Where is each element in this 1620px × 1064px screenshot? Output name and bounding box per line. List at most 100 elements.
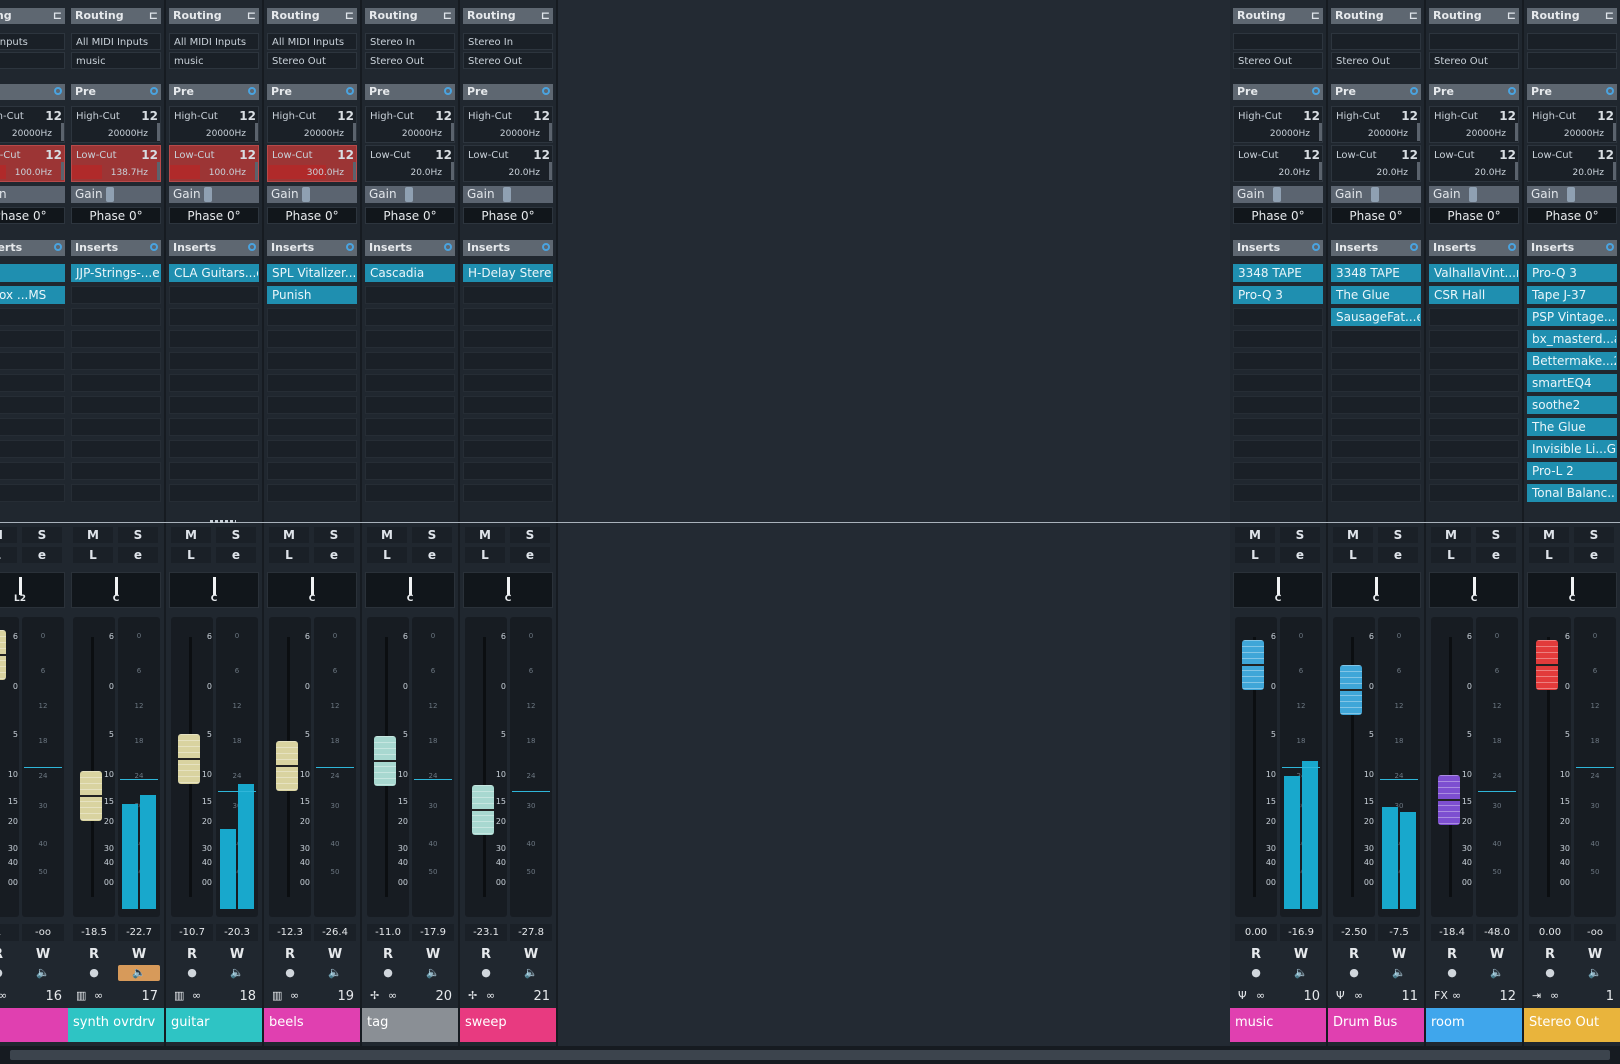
routing-icon[interactable]: ⊏ [443, 8, 452, 24]
insert-slot[interactable] [1331, 396, 1421, 414]
insert-slot[interactable] [169, 286, 259, 304]
insert-slot[interactable] [463, 286, 553, 304]
pan-control[interactable]: C [1429, 572, 1519, 608]
routing-header[interactable]: Routing ⊏ [365, 8, 455, 24]
fader-cap[interactable] [1242, 639, 1264, 690]
insert-slot[interactable] [463, 440, 553, 458]
filter-slope-icon[interactable]: 12 [337, 109, 354, 123]
low-cut-slider[interactable] [1319, 162, 1322, 180]
record-icon[interactable]: ● [1235, 965, 1277, 981]
solo-button[interactable]: S [510, 527, 550, 543]
insert-slot[interactable] [1233, 462, 1323, 480]
insert-slot[interactable]: PSP Vintage...r2 [1527, 308, 1617, 326]
insert-slot[interactable] [1233, 418, 1323, 436]
fader-track[interactable]: 6 0 5 10 15 20 30 40 00 [465, 617, 507, 917]
filter-slope-icon[interactable]: 12 [239, 148, 256, 162]
listen-button[interactable]: L [1431, 547, 1471, 563]
insert-slot[interactable] [463, 484, 553, 502]
insert-slot[interactable] [71, 352, 161, 370]
routing-header[interactable]: Routing ⊏ [169, 8, 259, 24]
insert-slot[interactable]: Bettermake...2D [1527, 352, 1617, 370]
speaker-icon[interactable]: 🔈 [314, 965, 356, 981]
gain-knob[interactable] [204, 187, 212, 202]
insert-slot[interactable] [71, 396, 161, 414]
write-automation-button[interactable]: W [216, 947, 258, 963]
input-routing[interactable] [1429, 33, 1519, 50]
power-icon[interactable] [542, 243, 550, 251]
mute-button[interactable]: M [171, 527, 211, 543]
low-cut-slider[interactable] [61, 162, 64, 180]
insert-slot[interactable] [1233, 374, 1323, 392]
fader-track[interactable]: 6 0 5 10 15 20 30 40 00 [1333, 617, 1375, 917]
filter-slope-icon[interactable]: 12 [1499, 148, 1516, 162]
phase-button[interactable]: Phase 0° [463, 207, 553, 224]
write-automation-button[interactable]: W [412, 947, 454, 963]
channel-name[interactable]: Stereo Out [1524, 1008, 1620, 1042]
phase-button[interactable]: Phase 0° [1233, 207, 1323, 224]
listen-button[interactable]: L [73, 547, 113, 563]
fader-track[interactable]: 6 0 5 10 15 20 30 40 00 [269, 617, 311, 917]
fader-cap[interactable] [80, 770, 102, 821]
output-routing[interactable]: Stereo Out [365, 52, 455, 69]
pan-control[interactable]: C [1331, 572, 1421, 608]
write-automation-button[interactable]: W [1476, 947, 1518, 963]
power-icon[interactable] [1606, 87, 1614, 95]
listen-button[interactable]: L [0, 547, 17, 563]
speaker-icon[interactable]: 🔈 [1574, 965, 1616, 981]
edit-button[interactable]: e [510, 547, 550, 563]
insert-slot[interactable] [463, 330, 553, 348]
pan-control[interactable]: C [463, 572, 553, 608]
insert-slot[interactable] [267, 352, 357, 370]
insert-slot[interactable] [267, 484, 357, 502]
insert-slot[interactable] [1233, 308, 1323, 326]
read-automation-button[interactable]: R [367, 947, 409, 963]
fader-track[interactable]: 6 0 5 10 15 20 30 40 00 [1431, 617, 1473, 917]
filter-slope-icon[interactable]: 12 [1401, 109, 1418, 123]
link-icon[interactable]: ∞ [290, 989, 299, 1002]
read-automation-button[interactable]: R [1529, 947, 1571, 963]
low-cut-control[interactable]: Low-Cut 12 20.0Hz [1429, 145, 1519, 182]
pre-header[interactable]: Pre [169, 84, 259, 100]
edit-button[interactable]: e [118, 547, 158, 563]
speaker-icon[interactable]: 🔈 [510, 965, 552, 981]
volume-readout[interactable]: 1 [0, 924, 19, 941]
horizontal-scrollbar[interactable] [0, 1046, 1620, 1064]
high-cut-slider[interactable] [157, 123, 160, 141]
speaker-icon[interactable]: 🔈 [118, 965, 160, 981]
insert-slot[interactable] [267, 374, 357, 392]
routing-icon[interactable]: ⊏ [1605, 8, 1614, 24]
volume-readout[interactable]: -18.4 [1431, 924, 1473, 941]
insert-slot[interactable] [169, 440, 259, 458]
insert-slot[interactable]: H-Delay Stereo [463, 264, 553, 282]
filter-slope-icon[interactable]: 12 [1401, 148, 1418, 162]
insert-slot[interactable]: The Glue [1527, 418, 1617, 436]
channel-name[interactable]: room [1426, 1008, 1522, 1042]
inserts-header[interactable]: Inserts [267, 240, 357, 256]
gain-knob[interactable] [106, 187, 114, 202]
peak-readout[interactable]: -20.3 [216, 924, 258, 941]
filter-slope-icon[interactable]: 12 [1303, 148, 1320, 162]
insert-slot[interactable] [1331, 330, 1421, 348]
insert-slot[interactable] [267, 440, 357, 458]
link-icon[interactable]: ∞ [1354, 989, 1363, 1002]
link-icon[interactable]: ∞ [486, 989, 495, 1002]
routing-icon[interactable]: ⊏ [1409, 8, 1418, 24]
volume-readout[interactable]: 0.00 [1235, 924, 1277, 941]
link-icon[interactable]: ∞ [1550, 989, 1559, 1002]
peak-readout[interactable]: -26.4 [314, 924, 356, 941]
high-cut-slider[interactable] [1613, 123, 1616, 141]
output-routing[interactable]: music [169, 52, 259, 69]
pan-control[interactable]: C [71, 572, 161, 608]
gain-slider[interactable]: Gain [463, 186, 553, 203]
peak-readout[interactable]: -7.5 [1378, 924, 1420, 941]
insert-slot[interactable] [1429, 352, 1519, 370]
phase-button[interactable]: Phase 0° [71, 207, 161, 224]
fader-track[interactable]: 6 0 5 10 15 20 30 40 00 [73, 617, 115, 917]
pre-header[interactable]: Pre [0, 84, 65, 100]
insert-slot[interactable] [1331, 484, 1421, 502]
solo-button[interactable]: S [216, 527, 256, 543]
gain-slider[interactable]: Gain [1429, 186, 1519, 203]
peak-readout[interactable]: -17.9 [412, 924, 454, 941]
filter-slope-icon[interactable]: 12 [1303, 109, 1320, 123]
filter-slope-icon[interactable]: 12 [533, 148, 550, 162]
